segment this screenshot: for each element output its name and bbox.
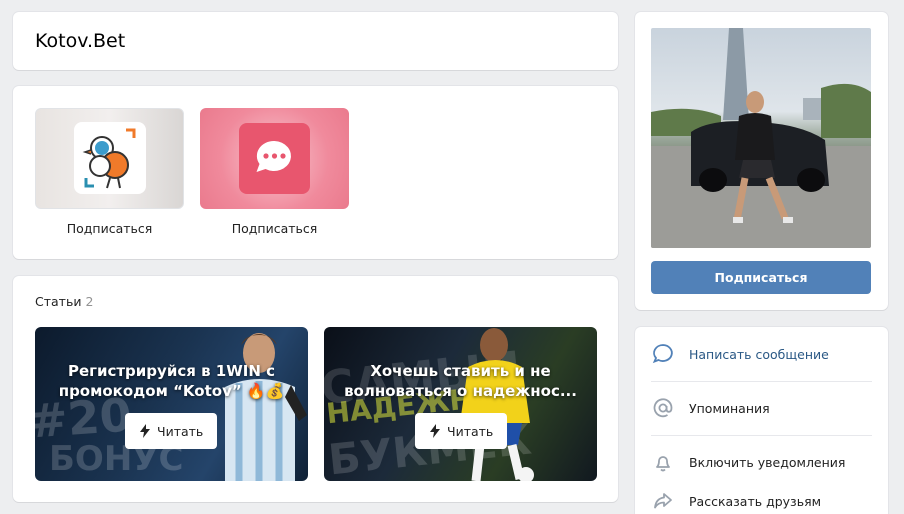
articles-heading[interactable]: Статьи 2 — [35, 294, 93, 309]
write-message-action[interactable]: Написать сообщение — [651, 328, 872, 380]
community-avatar[interactable] — [651, 28, 871, 248]
article-headline: Регистрируйся в 1WIN с промокодом “Kotov… — [58, 362, 285, 400]
avatar-photo — [651, 28, 871, 248]
tell-friends-action[interactable]: Рассказать друзьям — [651, 475, 872, 514]
message-icon — [651, 342, 675, 366]
bird-logo-icon — [74, 122, 146, 194]
article-card[interactable]: #20 БОНУС Регистрируйся в 1WIN с промоко… — [35, 327, 308, 481]
read-label: Читать — [157, 423, 204, 439]
lightning-icon — [140, 424, 150, 438]
app-thumbnail[interactable] — [35, 108, 184, 209]
community-header-card: Kotov.Bet — [13, 12, 618, 70]
app-tile-2[interactable]: Подписаться — [200, 108, 349, 236]
app-tile-1[interactable]: Подписаться — [35, 108, 184, 236]
apps-card: Подписаться Подписаться — [13, 86, 618, 259]
action-label: Написать сообщение — [689, 346, 829, 362]
app-subscribe-label[interactable]: Подписаться — [200, 221, 349, 236]
read-article-button[interactable]: Читать — [125, 413, 218, 449]
at-icon — [651, 396, 675, 420]
app-thumbnail[interactable] — [200, 108, 349, 209]
action-label: Включить уведомления — [689, 454, 846, 470]
read-article-button[interactable]: Читать — [415, 413, 508, 449]
mentions-action[interactable]: Упоминания — [651, 382, 872, 434]
community-title: Kotov.Bet — [35, 30, 126, 52]
player-figure-icon — [225, 333, 307, 481]
app-subscribe-label[interactable]: Подписаться — [35, 221, 184, 236]
subscribe-button[interactable]: Подписаться — [651, 261, 871, 294]
chat-bubble-icon — [239, 123, 310, 194]
article-card[interactable]: САМЫЙ НАДЕЖНЫЙ БУКМЕК Хочешь ставить и н… — [324, 327, 597, 481]
action-label: Рассказать друзьям — [689, 493, 822, 509]
lightning-icon — [430, 424, 440, 438]
actions-card: Написать сообщение Упоминания Включить у… — [635, 327, 888, 514]
bell-icon — [651, 450, 675, 474]
articles-card: Статьи 2 #20 БОНУС Регистрируйся в 1WIN с… — [13, 276, 618, 502]
player-figure-icon — [460, 328, 534, 481]
read-label: Читать — [447, 423, 494, 439]
share-icon — [651, 489, 675, 513]
profile-card: Подписаться — [635, 12, 888, 310]
article-headline: Хочешь ставить и не волноваться о надежн… — [344, 362, 577, 400]
articles-count: 2 — [85, 294, 94, 309]
articles-heading-label: Статьи — [35, 294, 82, 309]
action-label: Упоминания — [689, 400, 770, 416]
